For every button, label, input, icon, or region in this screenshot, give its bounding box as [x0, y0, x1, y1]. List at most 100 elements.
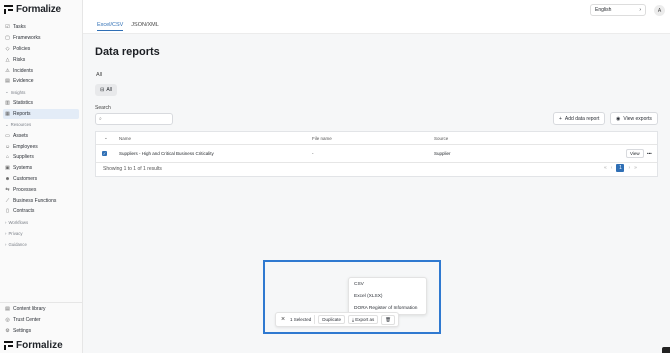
- framework-icon: ▢: [5, 35, 10, 42]
- export-format-tabs: Excel/CSV JSON/XML: [97, 22, 159, 31]
- policy-icon: ◇: [5, 45, 10, 52]
- supplier-icon: ⌂: [5, 154, 10, 161]
- sidebar-item-employees[interactable]: ☺ Employees: [0, 141, 82, 152]
- column-header-file-name[interactable]: File name: [312, 132, 332, 144]
- menu-item-excel[interactable]: Excel (XLSX): [349, 290, 426, 302]
- sidebar-item-trust-center[interactable]: ◎ Trust Center: [0, 315, 82, 326]
- system-icon: ▣: [5, 165, 10, 172]
- search-icon: ⌕: [99, 116, 102, 122]
- topbar: [83, 0, 670, 21]
- formalize-logo-icon: [4, 341, 13, 350]
- download-icon: ⤓: [352, 317, 355, 322]
- sidebar-item-frameworks[interactable]: ▢ Frameworks: [0, 33, 82, 44]
- evidence-icon: ▤: [5, 78, 10, 85]
- selected-count: 1 Selected: [290, 317, 312, 322]
- sidebar-section-guidance[interactable]: › Guidance: [0, 239, 82, 250]
- more-options-icon[interactable]: •••: [647, 145, 652, 162]
- search-input[interactable]: ⌕: [95, 113, 173, 125]
- trash-icon: 🗑: [385, 316, 391, 322]
- column-header-source[interactable]: Source: [434, 132, 448, 144]
- users-icon: ☺: [4, 143, 11, 150]
- page-title: Data reports: [95, 46, 160, 58]
- sidebar-section-privacy[interactable]: › Privacy: [0, 228, 82, 239]
- sidebar-item-content-library[interactable]: ▤ Content library: [0, 304, 82, 315]
- tab-json-xml[interactable]: JSON/XML: [131, 22, 159, 31]
- avatar[interactable]: A: [654, 5, 665, 16]
- sidebar-item-incidents[interactable]: ⚠ Incidents: [0, 65, 82, 76]
- folder-icon: ⊟: [100, 87, 105, 93]
- sidebar-section-workflows[interactable]: › Workflows: [0, 217, 82, 228]
- footer-brand-logo: Formalize: [4, 340, 63, 351]
- view-exports-button[interactable]: ◉ View exports: [610, 112, 658, 125]
- language-selector[interactable]: English ›: [590, 4, 646, 16]
- tab-excel-csv[interactable]: Excel/CSV: [97, 22, 124, 31]
- sidebar-item-reports[interactable]: ▦ Reports: [3, 108, 79, 120]
- bulk-action-bar: × 1 Selected Duplicate ⤓ Export as 🗑: [275, 312, 399, 327]
- duplicate-button[interactable]: Duplicate: [318, 315, 346, 324]
- library-icon: ▤: [5, 306, 10, 313]
- divider: [314, 315, 316, 324]
- sidebar-item-evidence[interactable]: ▤ Evidence: [0, 76, 82, 87]
- contract-icon: ▯: [6, 208, 9, 215]
- first-page-icon[interactable]: «: [604, 165, 607, 171]
- chevron-down-icon: ⌄: [104, 135, 108, 140]
- last-page-icon[interactable]: »: [634, 165, 637, 171]
- sidebar-item-processes[interactable]: ⇆ Processes: [0, 184, 82, 195]
- chevron-right-icon: ›: [639, 7, 641, 13]
- sidebar-item-settings[interactable]: ⚙ Settings: [0, 326, 82, 337]
- sidebar-bottom-nav: ▤ Content library ◎ Trust Center ⚙ Settings: [0, 302, 82, 336]
- prev-page-icon[interactable]: ‹: [611, 165, 613, 171]
- sidebar: Formalize ☑ Tasks ▢ Frameworks ◇ Policies △…: [0, 0, 83, 353]
- close-icon[interactable]: ×: [276, 316, 290, 323]
- delete-button[interactable]: 🗑: [381, 314, 395, 325]
- filter-chip-all[interactable]: ⊟ All: [95, 84, 117, 96]
- chevron-right-icon: ›: [5, 219, 7, 225]
- sidebar-item-assets[interactable]: ▭ Assets: [0, 130, 82, 141]
- sidebar-section-insights[interactable]: ⌄ Insights: [0, 87, 82, 98]
- sidebar-item-tasks[interactable]: ☑ Tasks: [0, 22, 82, 33]
- formalize-logo-icon: [4, 5, 13, 14]
- brand-logo[interactable]: Formalize: [4, 4, 61, 15]
- sidebar-item-policies[interactable]: ◇ Policies: [0, 44, 82, 55]
- sidebar-item-statistics[interactable]: ▥ Statistics: [0, 98, 82, 109]
- row-checkbox[interactable]: ✓: [102, 151, 107, 156]
- view-button[interactable]: View: [626, 149, 644, 158]
- brand-name: Formalize: [16, 340, 63, 351]
- table-footer-spacer: [96, 163, 657, 176]
- chevron-right-icon: ›: [5, 230, 7, 236]
- chevron-down-icon: ⌄: [5, 121, 9, 127]
- select-all-toggle[interactable]: ⌄: [104, 132, 108, 144]
- export-as-button[interactable]: ⤓ Export as: [348, 315, 379, 324]
- page-number-current[interactable]: 1: [616, 164, 625, 172]
- table-row[interactable]: ✓ Suppliers - High and Critical Business…: [96, 145, 657, 163]
- plus-icon: +: [559, 115, 562, 122]
- next-page-icon[interactable]: ›: [628, 165, 630, 171]
- check-icon: ☑: [5, 24, 10, 31]
- process-icon: ⇆: [5, 186, 10, 193]
- menu-item-csv[interactable]: CSV: [349, 278, 426, 290]
- sidebar-item-contracts[interactable]: ▯ Contracts: [0, 206, 82, 217]
- table-header: ⌄ Name File name Source: [96, 132, 657, 145]
- reports-table: ⌄ Name File name Source ✓ Suppliers - Hi…: [95, 131, 658, 177]
- incident-icon: ⚠: [5, 67, 10, 74]
- sidebar-item-suppliers[interactable]: ⌂ Suppliers: [0, 152, 82, 163]
- risk-icon: △: [5, 56, 10, 63]
- sidebar-section-resources[interactable]: ⌄ Resources: [0, 119, 82, 130]
- divider: [0, 302, 82, 303]
- chevron-right-icon: ›: [5, 241, 7, 247]
- export-menu: CSV Excel (XLSX) DORA Register of Inform…: [348, 277, 427, 315]
- cell-name: Suppliers - High and Critical Business C…: [119, 151, 214, 156]
- globe-icon: ◎: [5, 317, 10, 324]
- sidebar-item-customers[interactable]: ☻ Customers: [0, 174, 82, 185]
- sidebar-item-business-functions[interactable]: ⟋ Business Functions: [0, 195, 82, 206]
- column-header-name[interactable]: Name: [119, 132, 131, 144]
- sidebar-item-risks[interactable]: △ Risks: [0, 54, 82, 65]
- filter-label: All: [96, 72, 103, 78]
- chart-icon: ▥: [5, 100, 10, 107]
- asset-icon: ▭: [5, 132, 10, 139]
- add-data-report-button[interactable]: + Add data report: [553, 112, 606, 125]
- customer-icon: ☻: [4, 175, 11, 182]
- sidebar-item-systems[interactable]: ▣ Systems: [0, 163, 82, 174]
- sidebar-nav: ☑ Tasks ▢ Frameworks ◇ Policies △ Risks ⚠ Inc…: [0, 22, 82, 250]
- corner-widget[interactable]: [662, 347, 670, 353]
